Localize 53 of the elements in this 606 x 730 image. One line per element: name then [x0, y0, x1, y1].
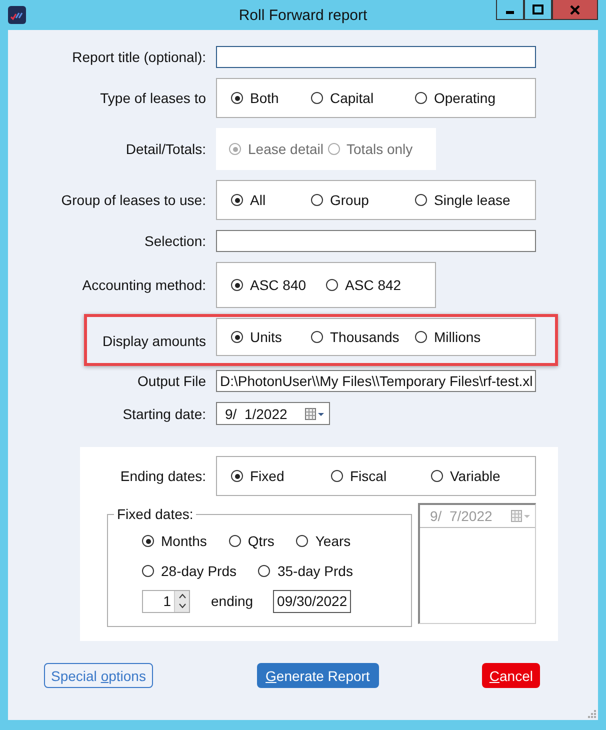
radio-option[interactable]: Qtrs — [228, 526, 274, 556]
down-icon — [178, 603, 186, 610]
radio-option[interactable]: Group — [311, 192, 415, 208]
number-spinner[interactable]: 1 — [142, 590, 190, 612]
radio-option[interactable]: Capital — [311, 90, 415, 106]
field-label: Accounting method: — [81, 277, 207, 293]
minimize-icon — [506, 11, 514, 14]
radio-option[interactable]: Operating — [415, 90, 535, 106]
radio-option[interactable]: Units — [231, 329, 311, 345]
field-label: ending — [211, 593, 254, 609]
radio-option[interactable]: Variable — [431, 468, 535, 484]
text-field[interactable] — [216, 230, 536, 252]
field-label: Type of leases to — [99, 90, 207, 106]
resize-grip-icon — [588, 710, 596, 718]
radio-option[interactable]: ASC 842 — [326, 277, 402, 293]
field-label: Display amounts — [102, 333, 207, 349]
radio-option[interactable]: All — [231, 192, 311, 208]
radio-option[interactable]: 35-day Prds — [258, 556, 353, 586]
field-label: Report title (optional): — [71, 49, 207, 65]
field-label: Detail/Totals: — [124, 141, 207, 157]
text-field[interactable] — [216, 46, 536, 68]
field-label: Selection: — [144, 233, 207, 249]
radio-option[interactable]: Fiscal — [331, 468, 431, 484]
field-label: Starting date: — [122, 406, 207, 422]
radio-option[interactable]: ASC 840 — [231, 277, 306, 293]
field-label: Output File — [136, 373, 207, 389]
date-picker[interactable]: 9/ 1/2022 — [216, 402, 330, 425]
radio-option[interactable]: Fixed — [231, 468, 331, 484]
radio-option[interactable]: Thousands — [311, 329, 415, 345]
close-icon — [569, 4, 581, 16]
app-icon — [8, 6, 26, 24]
date-field[interactable]: 09/30/2022 — [273, 590, 352, 612]
radio-option[interactable]: 28-day Prds — [142, 556, 236, 586]
close-button[interactable] — [552, 0, 598, 20]
window-title: Roll Forward report — [238, 7, 368, 24]
radio-option[interactable]: Years — [296, 526, 351, 556]
dialog-button[interactable]: Special options — [44, 663, 153, 688]
calendar-icon — [511, 510, 531, 522]
radio-option[interactable]: Millions — [415, 329, 535, 345]
field-label: Ending dates: — [119, 468, 207, 484]
radio-option[interactable]: Single lease — [415, 192, 535, 208]
maximize-icon — [532, 4, 544, 16]
dialog-button[interactable]: Generate Report — [256, 663, 379, 688]
minimize-button[interactable] — [496, 0, 524, 20]
radio-option[interactable]: Months — [142, 526, 207, 556]
radio-option[interactable]: Both — [231, 90, 311, 106]
maximize-button[interactable] — [524, 0, 552, 20]
text-field[interactable]: D:\PhotonUser\\My Files\\Temporary Files\rf-test.xl — [216, 370, 536, 392]
field-label: Group of leases to use: — [60, 192, 207, 208]
group-legend: Fixed dates: — [114, 506, 196, 522]
calendar-icon — [305, 408, 325, 420]
up-icon — [178, 592, 186, 599]
dialog-button[interactable]: Cancel — [482, 663, 540, 688]
